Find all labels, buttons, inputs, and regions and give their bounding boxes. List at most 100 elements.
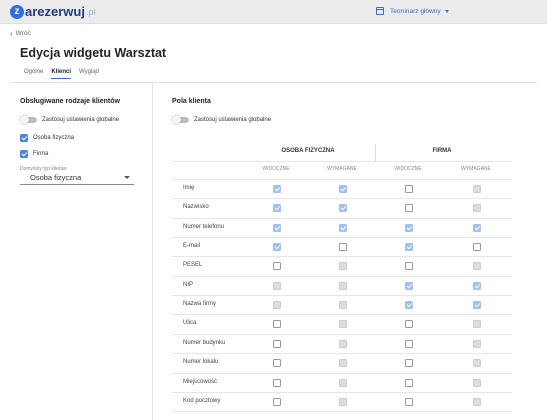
field-checkbox[interactable]	[405, 359, 413, 368]
client-type-label: Firma	[33, 151, 49, 157]
field-checkbox[interactable]	[405, 397, 413, 406]
field-checkbox[interactable]	[473, 243, 481, 252]
dropdown-arrow-icon	[124, 176, 130, 179]
field-checkbox	[405, 243, 413, 252]
right-global-settings-row: Zastosuj ustawienia globalne	[172, 115, 272, 124]
field-label: Numer telefonu	[183, 223, 225, 230]
group-header-company: FIRMA	[432, 148, 452, 154]
column-header: WYMAGANE	[461, 166, 491, 172]
field-checkbox	[339, 281, 347, 290]
field-checkbox[interactable]	[273, 262, 281, 271]
table-line	[172, 275, 512, 277]
field-checkbox	[273, 204, 281, 213]
field-checkbox[interactable]	[273, 359, 281, 368]
field-label: NIP	[183, 281, 194, 288]
field-checkbox[interactable]	[405, 262, 413, 271]
table-line	[172, 372, 512, 374]
left-global-settings-row: Zastosuj ustawienia globalne	[20, 115, 120, 124]
field-checkbox[interactable]	[405, 320, 413, 329]
field-checkbox[interactable]	[273, 339, 281, 348]
field-checkbox[interactable]	[273, 320, 281, 329]
calendar-icon	[376, 7, 384, 15]
field-checkbox	[339, 204, 347, 213]
field-checkbox[interactable]	[339, 243, 347, 252]
field-checkbox	[473, 204, 481, 213]
field-checkbox	[273, 243, 281, 252]
calendar-selector-label: Terminarz główny	[390, 7, 441, 15]
field-checkbox	[473, 185, 481, 193]
field-checkbox	[473, 301, 481, 310]
field-label: E-mail	[183, 243, 201, 250]
table-line	[172, 333, 512, 335]
field-checkbox	[473, 223, 481, 232]
table-line	[172, 179, 512, 180]
left-global-settings-toggle[interactable]	[20, 115, 37, 124]
field-checkbox	[273, 223, 281, 232]
group-separator	[375, 144, 376, 162]
field-label: Numer budynku	[183, 339, 226, 346]
field-checkbox	[273, 281, 281, 290]
table-line	[172, 295, 512, 297]
field-label: Ulica	[183, 320, 197, 327]
field-label: Miejscowość	[183, 378, 218, 385]
page-title: Edycja widgetu Warsztat	[20, 46, 167, 60]
tab-0[interactable]: Ogólne	[24, 69, 43, 79]
field-checkbox[interactable]	[405, 204, 413, 213]
field-checkbox	[473, 281, 481, 290]
logo-tld: .pl	[85, 6, 96, 17]
chevron-left-icon: ‹	[10, 29, 13, 38]
table-line	[172, 391, 512, 393]
client-type-row-person[interactable]: Osoba fizyczna	[20, 134, 74, 142]
calendar-selector[interactable]: Terminarz główny	[376, 7, 449, 15]
field-checkbox	[473, 320, 481, 329]
back-link[interactable]: ‹ Wróć	[10, 29, 31, 38]
logo[interactable]: z arezerwuj .pl	[10, 4, 96, 19]
field-checkbox	[273, 301, 281, 310]
field-checkbox	[339, 359, 347, 368]
top-bar: z arezerwuj .pl Terminarz główny	[0, 0, 547, 24]
tab-1[interactable]: Klienci	[51, 69, 72, 79]
field-checkbox	[339, 320, 347, 329]
table-line	[172, 353, 512, 355]
right-global-settings-label: Zastosuj ustawienia globalne	[194, 117, 272, 123]
field-checkbox	[339, 378, 347, 387]
chevron-down-icon	[444, 9, 449, 13]
field-checkbox[interactable]	[405, 339, 413, 348]
field-label: PESEL	[183, 262, 203, 269]
field-label: Nazwisko	[183, 204, 209, 211]
table-line	[172, 217, 512, 219]
table-line	[172, 161, 512, 162]
field-checkbox	[273, 185, 281, 193]
column-header: WIDOCZNE	[394, 166, 422, 172]
field-checkbox[interactable]	[273, 397, 281, 406]
field-checkbox	[473, 397, 481, 406]
back-link-label: Wróć	[15, 30, 31, 37]
field-label: Imię	[183, 185, 195, 191]
checkbox-company[interactable]	[20, 150, 28, 158]
table-line	[172, 256, 512, 258]
field-checkbox	[339, 185, 347, 193]
field-checkbox	[473, 262, 481, 271]
default-type-select[interactable]: Osoba fizyczna	[20, 171, 134, 185]
field-checkbox	[339, 339, 347, 348]
field-checkbox	[405, 223, 413, 232]
field-checkbox[interactable]	[273, 378, 281, 387]
field-checkbox	[339, 301, 347, 310]
panel-divider	[152, 83, 153, 420]
field-label: Kod pocztowy	[183, 397, 221, 404]
default-type-value: Osoba fizyczna	[30, 173, 82, 182]
field-checkbox	[473, 378, 481, 387]
field-label: Numer lokalu	[183, 359, 219, 366]
checkbox-person[interactable]	[20, 134, 28, 142]
field-label: Nazwa firmy	[183, 301, 217, 308]
logo-text: arezerwuj	[25, 4, 85, 19]
field-checkbox[interactable]	[405, 185, 413, 193]
field-checkbox[interactable]	[405, 378, 413, 387]
tab-2[interactable]: Wygląd	[79, 69, 99, 79]
column-header: WYMAGANE	[327, 166, 357, 172]
right-global-settings-toggle[interactable]	[172, 115, 189, 124]
left-global-settings-label: Zastosuj ustawienia globalne	[42, 117, 120, 123]
table-line	[172, 198, 512, 200]
client-type-row-company[interactable]: Firma	[20, 150, 48, 158]
field-checkbox	[473, 359, 481, 368]
